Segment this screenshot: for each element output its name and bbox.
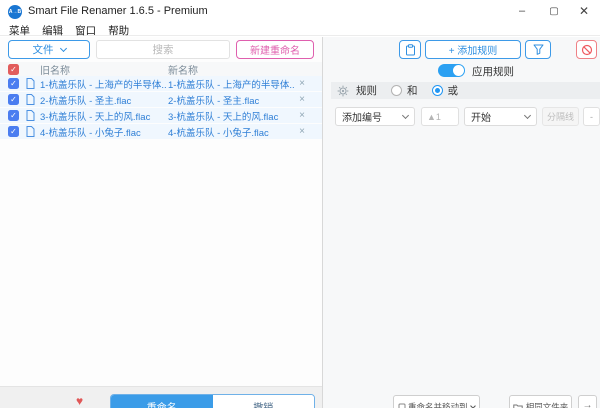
funnel-icon [533,44,544,55]
filter-rules-button[interactable] [525,40,551,59]
menu-bar: 菜单 编辑 窗口 帮助 [0,23,600,38]
title-bar: A→B Smart File Renamer 1.6.5 - Premium –… [0,0,600,23]
same-folder-button[interactable]: 相同文件夹 [509,395,572,408]
chevron-down-icon [469,402,476,408]
apply-rules-label: 应用规则 [472,66,514,78]
add-rule-label: + 添加规则 [448,46,498,57]
position-value: 开始 [471,113,491,124]
move-icon [398,403,406,408]
undo-button[interactable]: 撤销 [212,395,314,408]
prohibition-icon [581,44,593,56]
table-row[interactable]: ✓ 1-杭盖乐队 - 上海产的半导体... 1-杭盖乐队 - 上海产的半导体..… [0,76,322,91]
toggle-knob [453,65,464,76]
sort-asc-icon: ▲ [427,111,436,122]
position-dropdown[interactable]: 开始 [464,107,537,126]
heart-icon[interactable]: ♥ [76,395,83,407]
chevron-down-icon [59,44,67,52]
file-icon [26,78,35,89]
or-radio[interactable] [431,85,443,96]
file-icon [26,126,35,137]
separator-input[interactable]: - [583,107,600,126]
file-icon [26,94,35,105]
select-all-checkbox[interactable]: ✓ [8,63,19,75]
remove-row-icon[interactable]: × [295,76,309,91]
and-radio[interactable] [391,85,402,96]
apply-rules-toggle[interactable] [438,64,465,77]
start-number-input[interactable]: ▲ 1 [421,107,459,126]
minimize-button[interactable]: – [508,0,536,23]
folder-icon [513,403,523,408]
search-input[interactable] [96,40,230,59]
old-name-column-header[interactable]: 旧名称 [40,62,70,77]
or-label: 或 [447,85,459,97]
start-number-value: 1 [435,111,441,122]
rule-type-dropdown[interactable]: 添加编号 [335,107,415,126]
app-icon: A→B [8,5,22,19]
file-dropdown-button[interactable]: 文件 [8,40,90,59]
separator-label-box: 分隔线 [542,107,579,126]
row-checkbox[interactable]: ✓ [8,94,19,105]
and-label: 和 [407,85,418,97]
new-file-name: 2-杭盖乐队 - 圣主.flac [168,95,260,107]
add-rule-button[interactable]: + 添加规则 [425,40,521,59]
row-checkbox[interactable]: ✓ [8,78,19,89]
rule-config-row: 添加编号 ▲ 1 开始 分隔线 - [323,107,600,129]
old-file-name: 2-杭盖乐队 - 圣主.flac [40,95,132,107]
new-name-column-header[interactable]: 新名称 [168,62,198,77]
table-row[interactable]: ✓ 2-杭盖乐队 - 圣主.flac 2-杭盖乐队 - 圣主.flac × [0,92,322,107]
go-arrow-button[interactable]: → [578,395,597,408]
old-file-name: 3-杭盖乐队 - 天上的风.flac [40,111,151,123]
menu-item-window[interactable]: 窗口 [75,23,96,38]
rules-panel: + 添加规则 应用规则 规则 和 或 添加编号 ▲ 1 开始 分隔线 - 重命名… [323,37,600,408]
rule-logic-bar: 规则 和 或 [331,82,600,99]
file-dropdown-label: 文件 [32,44,54,56]
separator-value: - [590,111,593,122]
rename-move-dropdown[interactable]: 重命名并移动到 [393,395,480,408]
file-table-body: ✓ 1-杭盖乐队 - 上海产的半导体... 1-杭盖乐队 - 上海产的半导体..… [0,76,322,140]
table-row[interactable]: ✓ 3-杭盖乐队 - 天上的风.flac 3-杭盖乐队 - 天上的风.flac … [0,108,322,123]
file-list-panel: 文件 新建重命名 ✓ 旧名称 新名称 ✓ 1-杭盖乐队 - 上海产的半导体...… [0,37,322,408]
chevron-down-icon [523,111,532,119]
close-button[interactable]: ✕ [570,0,598,23]
new-rename-button[interactable]: 新建重命名 [236,40,314,59]
row-checkbox[interactable]: ✓ [8,126,19,137]
rule-label: 规则 [356,85,377,97]
separator-label: 分隔线 [546,112,574,122]
table-row[interactable]: ✓ 4-杭盖乐队 - 小兔子.flac 4-杭盖乐队 - 小兔子.flac × [0,124,322,139]
maximize-button[interactable]: ▢ [540,0,568,23]
chevron-down-icon [401,111,410,119]
rename-button[interactable]: 重命名 [111,395,213,408]
old-file-name: 4-杭盖乐队 - 小兔子.flac [40,127,141,139]
same-folder-label: 相同文件夹 [525,402,569,408]
rename-move-label: 重命名并移动到 [408,402,468,408]
menu-item-edit[interactable]: 编辑 [42,23,63,38]
row-checkbox[interactable]: ✓ [8,110,19,121]
paste-rules-button[interactable] [399,40,421,59]
new-file-name: 1-杭盖乐队 - 上海产的半导体... [168,79,294,91]
new-file-name: 3-杭盖乐队 - 天上的风.flac [168,111,279,123]
file-icon [26,110,35,121]
gear-icon[interactable] [337,85,349,97]
remove-row-icon[interactable]: × [295,92,309,107]
clear-rules-button[interactable] [576,40,597,59]
remove-row-icon[interactable]: × [295,108,309,123]
clipboard-icon [405,43,416,56]
rule-type-value: 添加编号 [342,113,382,124]
rename-undo-segmented-control: 重命名 撤销 [110,394,315,408]
new-file-name: 4-杭盖乐队 - 小兔子.flac [168,127,269,139]
menu-item-help[interactable]: 帮助 [108,23,129,38]
window-title: Smart File Renamer 1.6.5 - Premium [28,5,208,17]
menu-item-menu[interactable]: 菜单 [9,23,30,38]
remove-row-icon[interactable]: × [295,124,309,139]
old-file-name: 1-杭盖乐队 - 上海产的半导体... [40,79,166,91]
new-rename-label: 新建重命名 [250,46,300,57]
file-table-header: ✓ 旧名称 新名称 [0,62,322,77]
